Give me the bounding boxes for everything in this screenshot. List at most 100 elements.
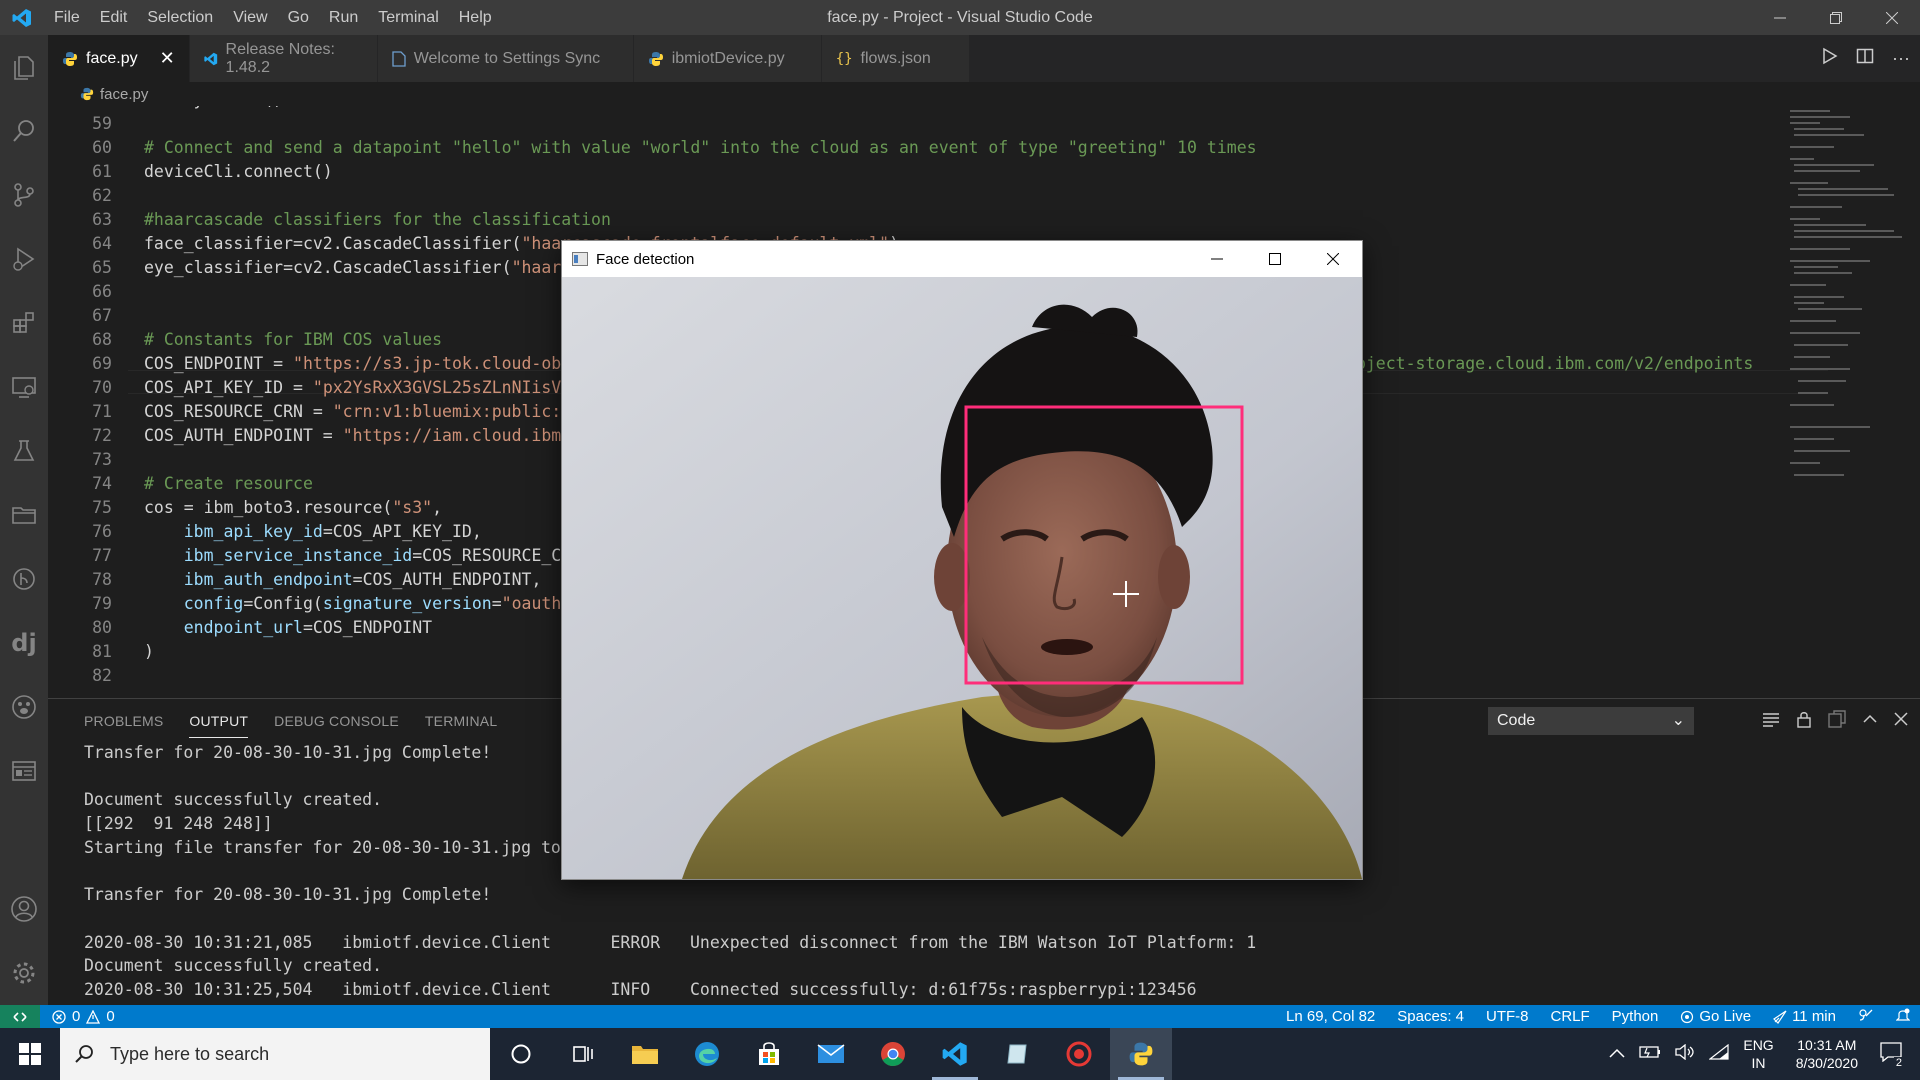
maximize-panel-icon[interactable] — [1862, 711, 1878, 732]
close-icon[interactable]: ✕ — [160, 48, 175, 69]
windows-taskbar: Type here to search ENG IN 10:31 AM 8/30… — [0, 1028, 1920, 1080]
language-indicator[interactable]: ENG IN — [1743, 1036, 1773, 1072]
code-line[interactable]: 61 deviceCli.connect() — [48, 160, 1788, 184]
tab-release-notes[interactable]: Release Notes: 1.48.2 — [189, 35, 378, 82]
minimap[interactable] — [1786, 106, 1906, 698]
search-icon[interactable] — [0, 99, 48, 163]
django-icon[interactable]: dj — [0, 611, 48, 675]
split-editor-icon[interactable] — [1856, 47, 1874, 70]
close-button[interactable] — [1864, 0, 1920, 35]
code-line[interactable]: 59 — [48, 112, 1788, 136]
tab-face-py[interactable]: face.py ✕ — [48, 35, 190, 82]
code-text: ibm_service_instance_id=COS_RESOURCE_CRN… — [144, 544, 591, 568]
encoding[interactable]: UTF-8 — [1486, 1008, 1529, 1025]
open-log-icon[interactable] — [1828, 709, 1846, 733]
folder-icon[interactable] — [0, 483, 48, 547]
cursor-position[interactable]: Ln 69, Col 82 — [1286, 1008, 1375, 1025]
close-button[interactable] — [1304, 241, 1362, 277]
code-token: ibm_service_instance_id — [183, 546, 413, 565]
chrome-icon[interactable] — [862, 1028, 924, 1080]
json-icon: {} — [835, 50, 853, 67]
menu-view[interactable]: View — [223, 0, 277, 35]
menu-selection[interactable]: Selection — [137, 0, 223, 35]
mail-icon[interactable] — [800, 1028, 862, 1080]
notes-app-icon[interactable] — [986, 1028, 1048, 1080]
extensions-icon[interactable] — [0, 291, 48, 355]
battery-icon[interactable] — [1639, 1045, 1661, 1064]
maximize-button[interactable] — [1246, 241, 1304, 277]
feedback-icon[interactable] — [1858, 1008, 1874, 1026]
file-explorer-icon[interactable] — [614, 1028, 676, 1080]
clock[interactable]: 10:31 AM 8/30/2020 — [1788, 1036, 1866, 1072]
windows-start-icon[interactable] — [0, 1028, 60, 1080]
code-token: =COS_ENDPOINT — [302, 618, 433, 637]
restore-button[interactable] — [1808, 0, 1864, 35]
source-control-icon[interactable] — [0, 163, 48, 227]
clear-output-icon[interactable] — [1762, 711, 1780, 732]
menu-go[interactable]: Go — [278, 0, 319, 35]
accounts-icon[interactable] — [0, 877, 48, 941]
git-history-icon[interactable] — [0, 547, 48, 611]
menu-terminal[interactable]: Terminal — [368, 0, 448, 35]
tab-problems[interactable]: PROBLEMS — [84, 699, 163, 743]
wifi-icon[interactable] — [1708, 1043, 1729, 1065]
code-token: ) — [144, 642, 154, 661]
remote-indicator-icon[interactable] — [0, 1005, 40, 1028]
run-icon[interactable] — [1822, 47, 1838, 70]
notification-center-icon[interactable]: 2 — [1880, 1041, 1904, 1069]
output-channel-select[interactable]: Code ⌄ — [1488, 707, 1694, 735]
vscode-taskbar-icon[interactable] — [924, 1028, 986, 1080]
line-ending[interactable]: CRLF — [1551, 1008, 1590, 1025]
more-actions-icon[interactable]: ··· — [1892, 48, 1910, 69]
gear-icon[interactable] — [0, 941, 48, 1005]
tab-settings-sync[interactable]: Welcome to Settings Sync — [377, 35, 634, 82]
menu-file[interactable]: File — [44, 0, 90, 35]
language-mode[interactable]: Python — [1612, 1008, 1659, 1025]
store-icon[interactable] — [738, 1028, 800, 1080]
problems-status[interactable]: 0 0 — [40, 1008, 115, 1025]
tab-flows-json[interactable]: {} flows.json — [821, 35, 970, 82]
task-view-icon[interactable] — [552, 1028, 614, 1080]
remote-explorer-icon[interactable] — [0, 355, 48, 419]
tab-ibmiotdevice-py[interactable]: ibmiotDevice.py — [633, 35, 822, 82]
chevron-up-icon[interactable] — [1609, 1045, 1625, 1063]
minimize-button[interactable] — [1752, 0, 1808, 35]
line-number: 74 — [92, 474, 112, 493]
search-icon — [75, 1045, 93, 1063]
code-line[interactable]: 63 #haarcascade classifiers for the class… — [48, 208, 1788, 232]
go-live-button[interactable]: Go Live — [1680, 1008, 1751, 1025]
tab-label: Welcome to Settings Sync — [413, 49, 601, 67]
code-line[interactable]: 62 — [48, 184, 1788, 208]
code-line[interactable]: 60 # Connect and send a datapoint "hello"… — [48, 136, 1788, 160]
volume-icon[interactable] — [1675, 1043, 1695, 1065]
camera-feed[interactable] — [562, 277, 1362, 879]
breadcrumb-file[interactable]: face.py — [100, 86, 148, 103]
menu-help[interactable]: Help — [449, 0, 502, 35]
tab-output[interactable]: OUTPUT — [189, 705, 249, 738]
notifications-bell-icon[interactable] — [1895, 1008, 1911, 1026]
tab-terminal[interactable]: TERMINAL — [425, 699, 497, 743]
minimize-button[interactable] — [1188, 241, 1246, 277]
tab-debug-console[interactable]: DEBUG CONSOLE — [274, 699, 399, 743]
explorer-icon[interactable] — [0, 35, 48, 99]
face-window-titlebar[interactable]: Face detection — [562, 241, 1362, 277]
cortana-icon[interactable] — [490, 1028, 552, 1080]
lock-icon[interactable] — [1796, 710, 1812, 733]
edge-browser-icon[interactable] — [676, 1028, 738, 1080]
paw-extension-icon[interactable] — [0, 675, 48, 739]
indentation[interactable]: Spaces: 4 — [1397, 1008, 1464, 1025]
code-token: # Create resource — [144, 474, 313, 493]
python-taskbar-icon[interactable] — [1110, 1028, 1172, 1080]
testing-flask-icon[interactable] — [0, 419, 48, 483]
close-panel-icon[interactable] — [1894, 711, 1908, 731]
line-number: 70 — [92, 378, 112, 397]
menu-run[interactable]: Run — [319, 0, 368, 35]
panel-actions — [1762, 707, 1908, 735]
news-panel-icon[interactable] — [0, 739, 48, 803]
wakatime-status[interactable]: 11 min — [1773, 1008, 1836, 1025]
record-app-icon[interactable] — [1048, 1028, 1110, 1080]
menu-edit[interactable]: Edit — [90, 0, 138, 35]
taskbar-search-box[interactable]: Type here to search — [60, 1028, 490, 1080]
run-debug-icon[interactable] — [0, 227, 48, 291]
